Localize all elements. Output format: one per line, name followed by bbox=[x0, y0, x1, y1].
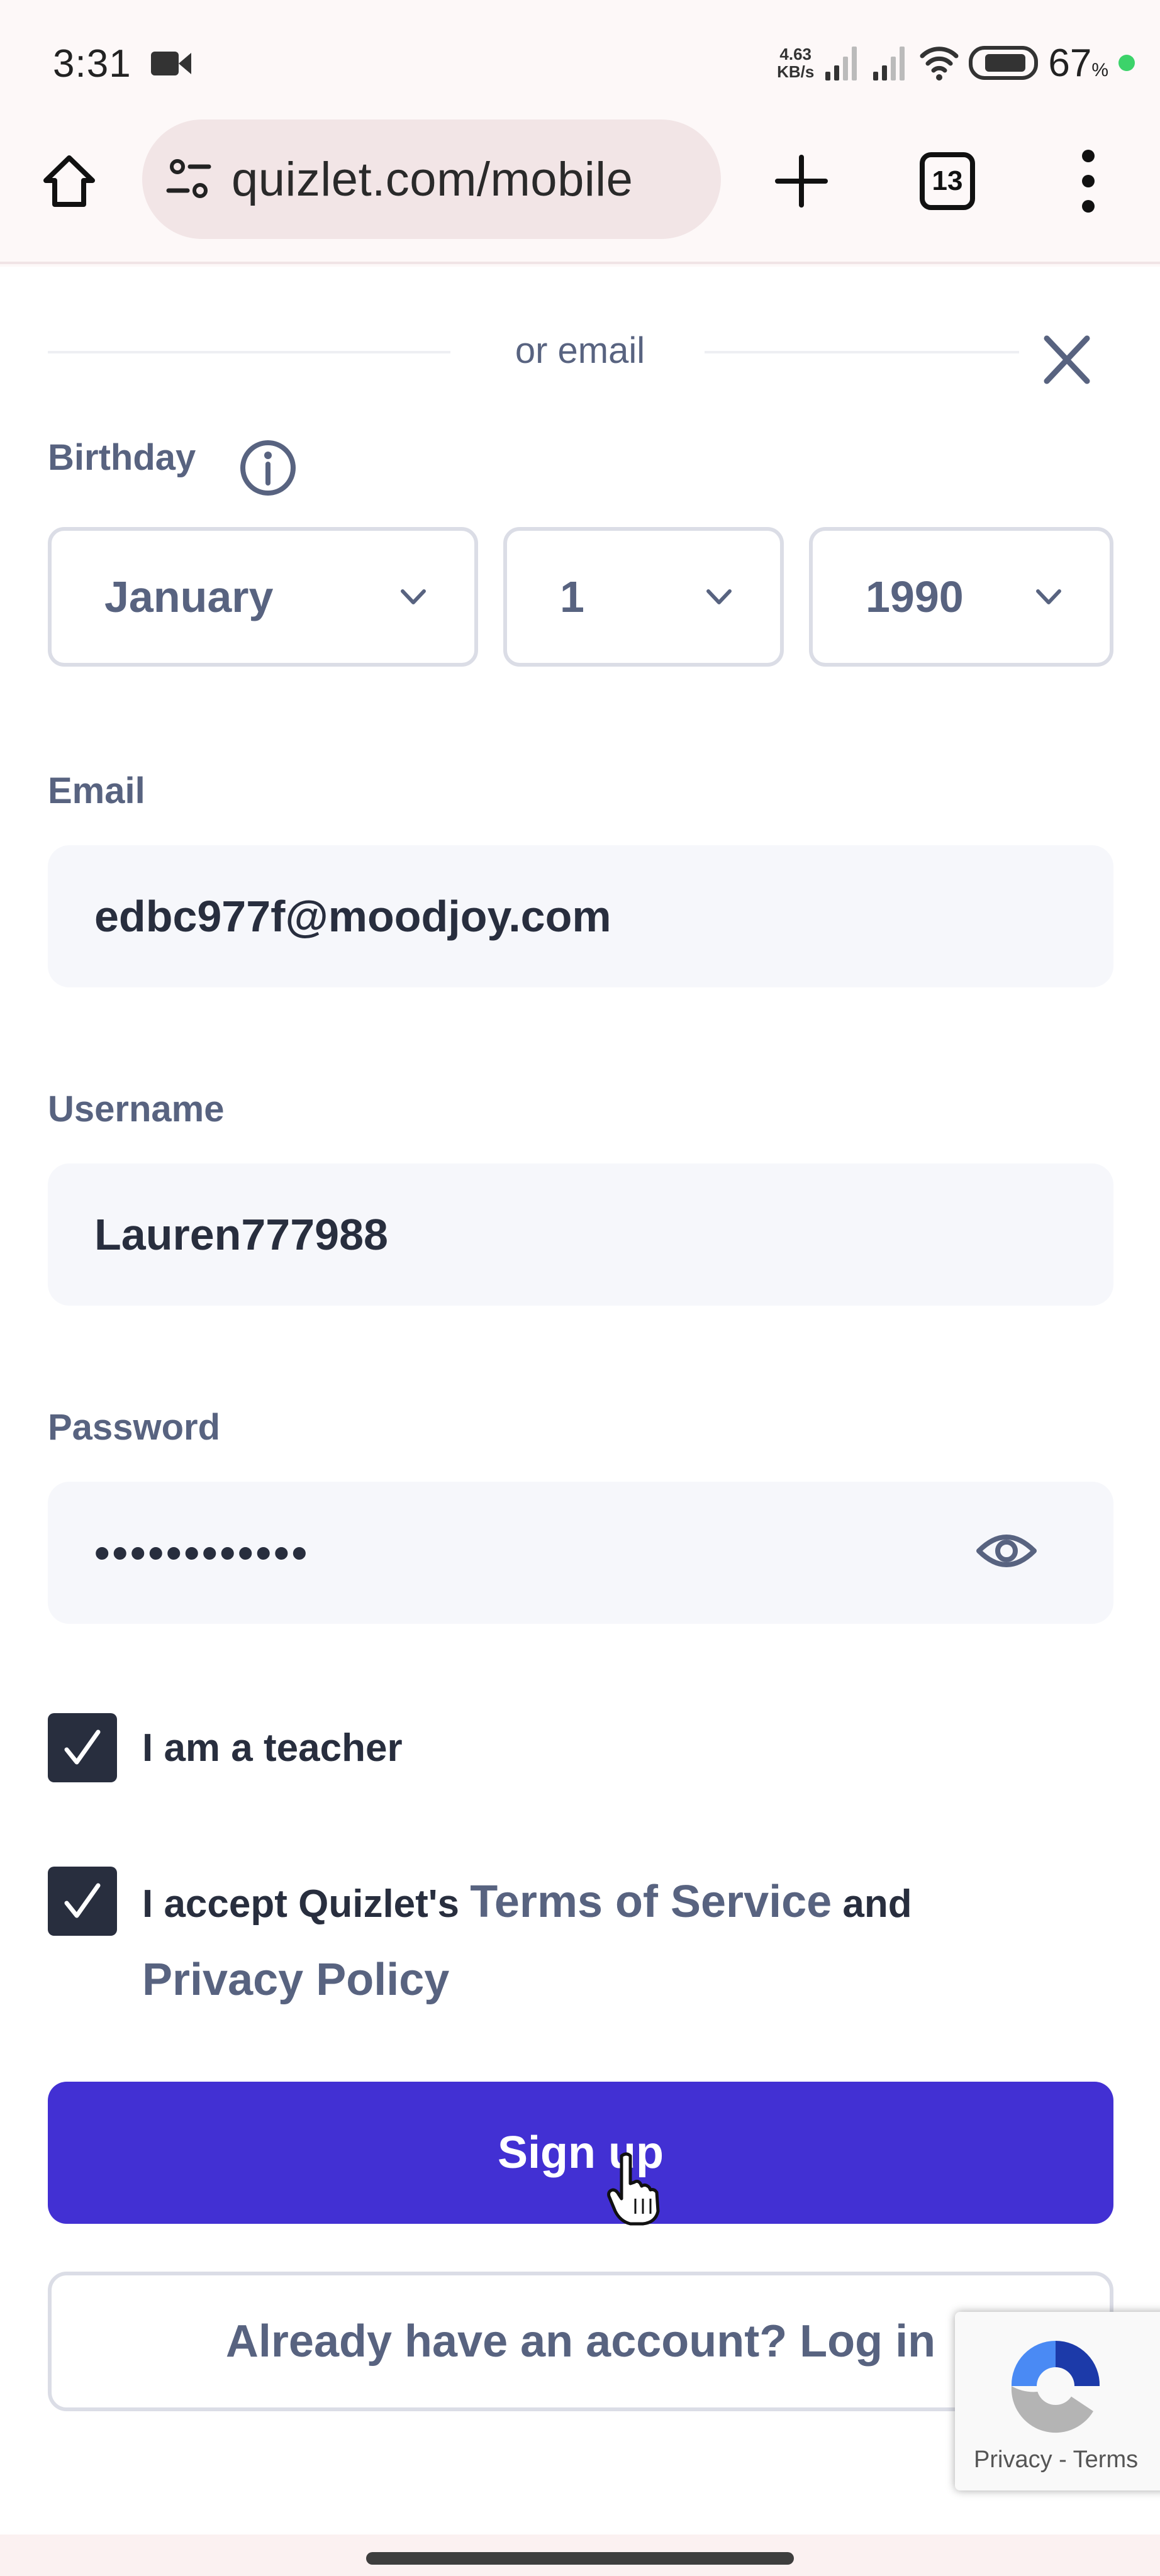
signup-form-page: or email Birthday January 1 1990 Email e… bbox=[0, 267, 1160, 2534]
recaptcha-privacy-terms[interactable]: Privacy - Terms bbox=[974, 2446, 1138, 2473]
terms-of-service-link[interactable]: Terms of Service bbox=[470, 1877, 832, 1927]
username-field[interactable]: Lauren777988 bbox=[48, 1163, 1113, 1306]
privacy-indicator-dot bbox=[1118, 55, 1135, 71]
network-speed-unit: KB/s bbox=[777, 62, 815, 81]
network-speed: 4.63 KB/s bbox=[777, 45, 814, 80]
show-password-eye-icon[interactable] bbox=[975, 1519, 1038, 1582]
username-value: Lauren777988 bbox=[94, 1210, 388, 1259]
site-settings-icon bbox=[166, 159, 211, 198]
username-label: Username bbox=[48, 1089, 225, 1130]
privacy-policy-link[interactable]: Privacy Policy bbox=[142, 1955, 449, 2005]
terms-checkbox[interactable] bbox=[48, 1867, 117, 1936]
teacher-checkbox[interactable] bbox=[48, 1713, 117, 1782]
checkmark-icon bbox=[64, 1729, 101, 1765]
email-label: Email bbox=[48, 770, 145, 811]
signal-icon bbox=[825, 47, 857, 80]
birth-month-value: January bbox=[104, 572, 274, 621]
url-text: quizlet.com/mobile bbox=[231, 152, 633, 206]
birth-day-select[interactable]: 1 bbox=[503, 527, 784, 667]
email-field[interactable]: edbc977f@moodjoy.com bbox=[48, 845, 1113, 987]
status-time: 3:31 bbox=[53, 42, 131, 86]
password-label: Password bbox=[48, 1407, 220, 1448]
more-menu-icon[interactable] bbox=[1069, 147, 1107, 215]
birth-year-select[interactable]: 1990 bbox=[809, 527, 1113, 667]
home-button[interactable] bbox=[39, 151, 99, 211]
system-navigation-bar bbox=[0, 2534, 1160, 2576]
info-icon[interactable] bbox=[238, 438, 298, 498]
battery-icon bbox=[969, 46, 1039, 80]
birth-year-value: 1990 bbox=[866, 572, 964, 621]
screen-record-icon bbox=[151, 52, 191, 75]
battery-percent: 67% bbox=[1048, 41, 1108, 85]
browser-toolbar: quizlet.com/mobile 13 bbox=[0, 119, 1160, 264]
network-speed-value: 4.63 bbox=[779, 45, 812, 64]
home-icon bbox=[43, 155, 95, 207]
chevron-down-icon bbox=[401, 589, 426, 604]
recaptcha-badge[interactable]: Privacy - Terms bbox=[955, 2312, 1160, 2490]
chevron-down-icon bbox=[1036, 589, 1061, 604]
log-in-button[interactable]: Already have an account? Log in bbox=[48, 2272, 1113, 2411]
status-bar: 3:31 4.63 KB/s 67% bbox=[0, 0, 1160, 119]
status-icons: 4.63 KB/s 67% bbox=[777, 38, 1135, 88]
birth-month-select[interactable]: January bbox=[48, 527, 478, 667]
birth-day-value: 1 bbox=[560, 572, 584, 621]
password-field[interactable]: •••••••••••• bbox=[48, 1482, 1113, 1624]
checkmark-icon bbox=[64, 1883, 101, 1918]
teacher-checkbox-label[interactable]: I am a teacher bbox=[142, 1711, 403, 1786]
signal-icon bbox=[873, 47, 905, 80]
email-value: edbc977f@moodjoy.com bbox=[94, 892, 611, 941]
birthday-label: Birthday bbox=[48, 437, 196, 478]
address-bar[interactable]: quizlet.com/mobile bbox=[142, 119, 721, 239]
hand-cursor-icon bbox=[607, 2152, 660, 2226]
terms-and-text: and bbox=[832, 1882, 912, 1926]
log-in-label: Already have an account? Log in bbox=[225, 2316, 936, 2367]
new-tab-icon[interactable] bbox=[771, 151, 832, 211]
recaptcha-logo-icon bbox=[1011, 2341, 1100, 2433]
password-masked-value: •••••••••••• bbox=[94, 1528, 310, 1577]
home-indicator[interactable] bbox=[366, 2552, 794, 2565]
terms-prefix-text: I accept Quizlet's bbox=[142, 1882, 471, 1926]
tab-count: 13 bbox=[932, 165, 963, 196]
sign-up-button[interactable]: Sign up bbox=[48, 2082, 1113, 2224]
divider-line-right bbox=[705, 351, 1019, 353]
close-icon[interactable] bbox=[1037, 330, 1097, 390]
chevron-down-icon bbox=[706, 589, 732, 604]
tab-switcher-button[interactable]: 13 bbox=[920, 152, 975, 210]
wifi-icon bbox=[920, 47, 959, 80]
terms-checkbox-label: I accept Quizlet's Terms of Service and … bbox=[142, 1864, 1086, 2020]
